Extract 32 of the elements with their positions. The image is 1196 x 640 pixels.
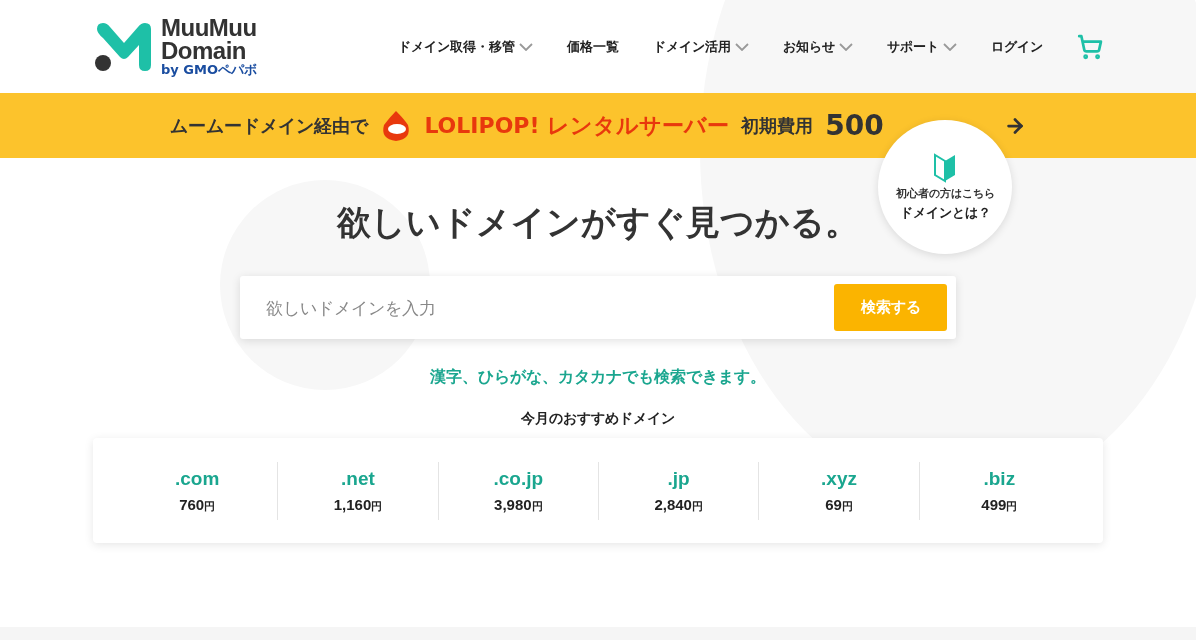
search-hint: 漢字、ひらがな、カタカナでも検索できます。 [430,367,766,388]
domain-price: 499 [981,495,1007,513]
section-title: 今月のおすすめドメイン [521,410,675,428]
nav-link[interactable]: ログイン [991,37,1043,56]
domain-price: 2,840 [654,495,692,513]
price-unit: 円 [841,498,853,514]
nav-link[interactable]: 価格一覧 [567,37,619,56]
banner-text: 初期費用 [741,113,814,138]
logo-text: MuuMuu [161,16,257,39]
nav-link[interactable]: サポート [887,37,957,56]
domain-price: 3,980 [494,495,532,513]
promo-banner[interactable]: ムームードメイン経由で LOLIPOP! レンタルサーバー 初期費用 500 [0,93,1196,158]
badge-title: ドメインとは？ [899,203,991,222]
logo-byline: by GMOペパボ [161,62,257,77]
banner-text: ムームードメイン経由で [170,113,369,138]
badge-text: 初心者の方はこちら [895,185,995,201]
price-unit: 円 [531,498,543,514]
hero-title: 欲しいドメインがすぐ見つかる。 [337,201,859,244]
price-unit: 円 [691,498,703,514]
nav-link[interactable]: ドメイン取得・移管 [398,37,533,56]
brand-name: LOLIPOP! レンタルサーバー [424,111,730,140]
logo-text: Domain [161,39,246,62]
domain-price: 760 [179,495,205,513]
domain-price: 1,160 [333,495,372,513]
nav-link[interactable]: ドメイン活用 [653,37,749,56]
cart-icon[interactable] [1077,33,1103,60]
beginner-mark-icon [933,152,957,183]
domain-price: 69 [825,495,842,513]
price-unit: 円 [204,498,216,514]
price-unit: 円 [371,498,383,514]
nav-link[interactable]: お知らせ [783,37,853,56]
price-unit: 円 [1006,498,1018,514]
